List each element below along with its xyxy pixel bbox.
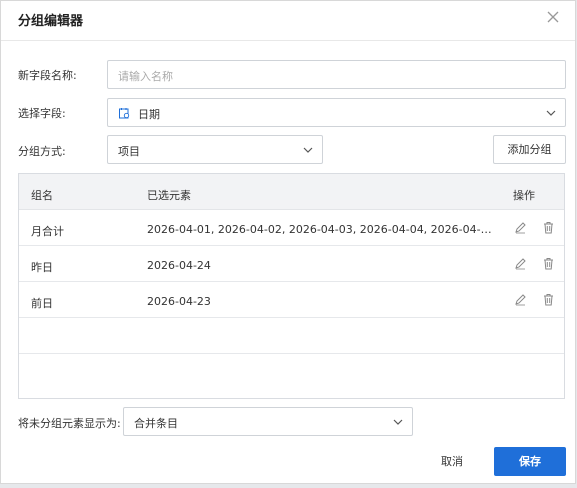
- edit-icon[interactable]: [514, 257, 527, 270]
- trash-icon[interactable]: [542, 221, 555, 234]
- field-value: 日期: [138, 108, 160, 121]
- method-select[interactable]: 项目: [107, 135, 323, 164]
- trash-icon[interactable]: [542, 257, 555, 270]
- field-label: 选择字段:: [18, 107, 66, 120]
- close-icon[interactable]: [545, 9, 561, 25]
- row-name: 前日: [31, 297, 53, 310]
- cancel-button[interactable]: 取消: [421, 447, 483, 476]
- chevron-down-icon: [546, 110, 556, 116]
- chevron-down-icon: [393, 419, 403, 425]
- row-elements: 2026-04-23: [147, 295, 211, 308]
- save-button[interactable]: 保存: [494, 447, 566, 476]
- method-label: 分组方式:: [18, 145, 66, 158]
- row-name: 月合计: [31, 225, 64, 238]
- row-elements: 2026-04-01, 2026-04-02, 2026-04-03, 2026…: [147, 223, 493, 236]
- table-header: 组名 已选元素 操作: [19, 174, 564, 210]
- header-divider: [1, 40, 575, 41]
- row-name: 昨日: [31, 261, 53, 274]
- header-actions: 操作: [513, 189, 535, 202]
- ungrouped-select[interactable]: 合并条目: [123, 407, 413, 436]
- row-elements: 2026-04-24: [147, 259, 211, 272]
- name-input[interactable]: 请输入名称: [107, 60, 566, 89]
- table-row: 昨日 2026-04-24: [19, 246, 564, 282]
- table-row-empty: [19, 318, 564, 354]
- table-row: 月合计 2026-04-01, 2026-04-02, 2026-04-03, …: [19, 210, 564, 246]
- field-select[interactable]: 日期: [107, 98, 566, 127]
- name-placeholder: 请输入名称: [118, 70, 173, 83]
- ungrouped-value: 合并条目: [134, 417, 178, 430]
- ungrouped-label: 将未分组元素显示为:: [18, 417, 121, 430]
- group-editor-dialog: 分组编辑器 新字段名称: 请输入名称 选择字段: 日期 分组方式: 项目 添加分…: [0, 0, 576, 484]
- trash-icon[interactable]: [542, 293, 555, 306]
- edit-icon[interactable]: [514, 221, 527, 234]
- calendar-icon: [119, 108, 130, 119]
- chevron-down-icon: [303, 147, 313, 153]
- table-row: 前日 2026-04-23: [19, 282, 564, 318]
- name-label: 新字段名称:: [18, 69, 77, 82]
- header-elements: 已选元素: [147, 189, 191, 202]
- method-value: 项目: [118, 145, 140, 158]
- dialog-title: 分组编辑器: [18, 14, 84, 29]
- add-group-button[interactable]: 添加分组: [493, 135, 566, 164]
- header-name: 组名: [31, 189, 53, 202]
- groups-table: 组名 已选元素 操作 月合计 2026-04-01, 2026-04-02, 2…: [18, 173, 565, 399]
- edit-icon[interactable]: [514, 293, 527, 306]
